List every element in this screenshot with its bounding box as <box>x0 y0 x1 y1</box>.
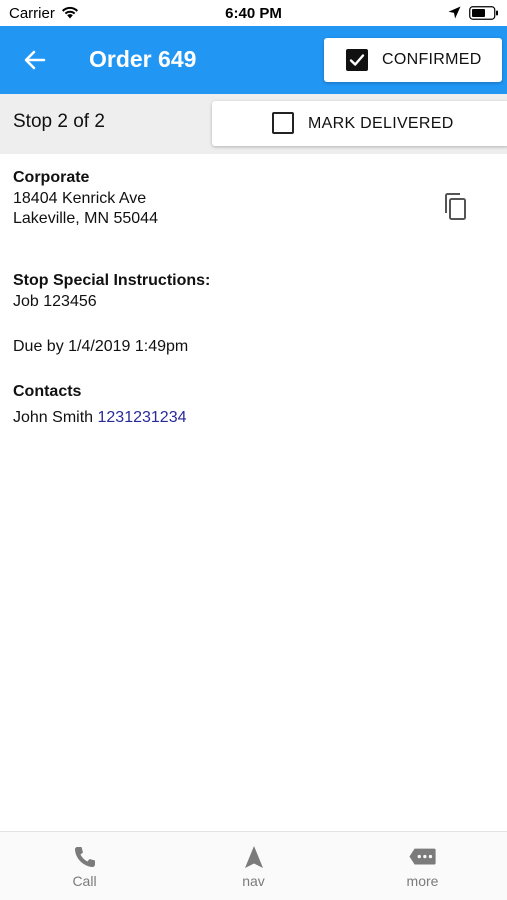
phone-icon <box>74 847 95 868</box>
app-header: Order 649 CONFIRMED <box>0 26 507 94</box>
contact-row: John Smith 1231231234 <box>13 408 186 429</box>
copy-address-button[interactable] <box>441 192 469 222</box>
copy-icon <box>445 193 466 220</box>
contacts-heading: Contacts <box>13 383 82 400</box>
back-arrow-icon <box>24 50 46 70</box>
instructions-text: Job 123456 <box>13 292 97 310</box>
confirmed-button[interactable]: CONFIRMED <box>324 38 502 82</box>
checkbox-checked-icon[interactable] <box>346 49 368 71</box>
battery-icon <box>469 6 498 20</box>
location-arrow-icon <box>448 6 461 19</box>
stop-address-block: Corporate 18404 Kenrick Ave Lakeville, M… <box>13 168 493 230</box>
stop-name: Corporate <box>13 169 90 186</box>
due-date: Due by 1/4/2019 1:49pm <box>13 338 189 355</box>
clock: 6:40 PM <box>225 5 282 22</box>
address-line2: Lakeville, MN 55044 <box>13 210 158 227</box>
instructions-heading: Stop Special Instructions: <box>13 272 211 289</box>
tab-call[interactable]: Call <box>0 832 169 900</box>
bottom-tab-bar: Call nav more <box>0 831 507 900</box>
stop-counter: Stop 2 of 2 <box>13 111 105 132</box>
instructions-block: Stop Special Instructions: Job 123456 <box>13 271 210 312</box>
tab-nav[interactable]: nav <box>169 832 338 900</box>
tab-more[interactable]: more <box>338 832 507 900</box>
tab-more-label: more <box>406 873 439 889</box>
confirmed-label: CONFIRMED <box>382 51 482 68</box>
mark-delivered-label: MARK DELIVERED <box>308 115 454 132</box>
address-line1: 18404 Kenrick Ave <box>13 189 147 207</box>
order-title: Order 649 <box>89 46 197 72</box>
tab-nav-label: nav <box>242 873 265 889</box>
tab-call-label: Call <box>72 873 97 889</box>
status-bar: Carrier 6:40 PM <box>0 0 507 26</box>
back-button[interactable] <box>18 46 52 74</box>
more-message-icon <box>408 848 436 865</box>
stop-bar: Stop 2 of 2 MARK DELIVERED <box>0 94 507 154</box>
checkbox-unchecked-icon[interactable] <box>272 112 294 134</box>
contact-name: John Smith <box>13 409 94 426</box>
mark-delivered-button[interactable]: MARK DELIVERED <box>212 101 507 146</box>
navigation-arrow-icon <box>244 846 263 868</box>
contact-phone-link[interactable]: 1231231234 <box>98 409 187 426</box>
